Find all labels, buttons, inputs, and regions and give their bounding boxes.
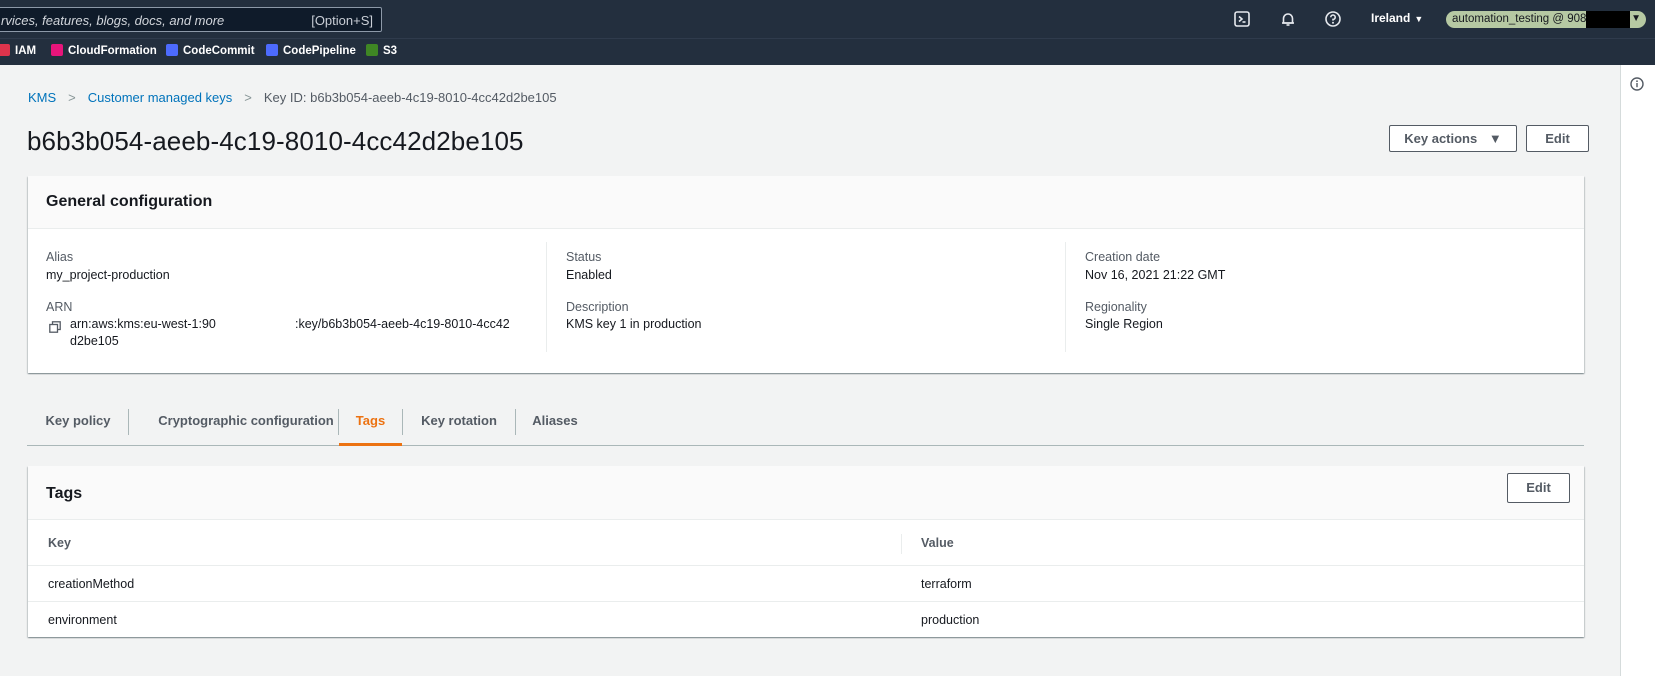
favorite-label: CodePipeline (283, 45, 356, 57)
column-divider (901, 534, 902, 554)
row-divider (28, 601, 1584, 602)
tab-aliases[interactable]: Aliases (516, 404, 594, 446)
favorite-s3[interactable]: S3 (366, 44, 397, 57)
favorite-codecommit[interactable]: CodeCommit (166, 44, 255, 57)
breadcrumb-kms[interactable]: KMS (28, 90, 56, 105)
breadcrumb: KMS > Customer managed keys > Key ID: b6b3b0… (28, 90, 557, 105)
favorite-cloudformation[interactable]: CloudFormation (51, 44, 157, 57)
account-menu[interactable]: automation_testing @ 908 ▼ (1446, 11, 1646, 28)
iam-icon (0, 44, 10, 56)
search-input[interactable]: rvices, features, blogs, docs, and more … (0, 7, 382, 32)
s3-icon (366, 44, 378, 56)
arn-label: ARN (46, 300, 73, 314)
status-label: Status (566, 250, 602, 264)
chevron-right-icon: > (68, 90, 76, 105)
tags-edit-button[interactable]: Edit (1507, 473, 1570, 503)
account-label: automation_testing @ 908 (1452, 13, 1587, 25)
tag-key: environment (48, 613, 117, 627)
key-actions-button[interactable]: Key actions ▼ (1389, 125, 1517, 152)
info-icon[interactable] (1630, 77, 1644, 91)
copy-icon[interactable] (49, 321, 61, 333)
cloudformation-icon (51, 44, 63, 56)
regionality-label: Regionality (1085, 300, 1147, 314)
status-value: Enabled (566, 268, 612, 282)
codecommit-icon (166, 44, 178, 56)
column-divider (1065, 242, 1066, 352)
favorite-iam[interactable]: IAM (0, 44, 36, 57)
panel-header: General configuration (28, 176, 1584, 229)
codepipeline-icon (266, 44, 278, 56)
regionality-value: Single Region (1085, 317, 1163, 331)
top-navigation: rvices, features, blogs, docs, and more … (0, 0, 1655, 38)
tools-panel-strip (1620, 65, 1655, 676)
tag-key: creationMethod (48, 577, 135, 591)
breadcrumb-customer-managed-keys[interactable]: Customer managed keys (88, 90, 233, 105)
arn-value-part3: d2be105 (70, 334, 119, 348)
column-header-key[interactable]: Key (48, 536, 71, 550)
creation-date-label: Creation date (1085, 250, 1161, 264)
edit-button[interactable]: Edit (1526, 125, 1589, 152)
tag-value: production (921, 613, 980, 627)
caret-down-icon: ▼ (1488, 131, 1502, 146)
chevron-down-icon: ▼ (1414, 14, 1424, 24)
description-label: Description (566, 300, 629, 314)
tab-bar: Key policy Cryptographic configuration T… (27, 404, 1584, 446)
general-configuration-panel: General configuration Alias my_project-p… (28, 176, 1584, 373)
tag-value: terraform (921, 577, 972, 591)
arn-value-part2: :key/b6b3b054-aeeb-4c19-8010-4cc42 (295, 317, 510, 331)
redaction-block (1586, 11, 1630, 28)
panel-title: Tags (46, 485, 83, 502)
panel-header: Tags (28, 466, 1584, 520)
help-icon[interactable] (1324, 10, 1342, 28)
region-selector[interactable]: Ireland ▼ (1371, 11, 1423, 25)
column-header-value[interactable]: Value (921, 536, 954, 550)
tab-key-rotation[interactable]: Key rotation (403, 404, 515, 446)
tags-panel: Tags Edit Key Value creationMethod terra… (28, 466, 1584, 637)
key-actions-label: Key actions (1404, 131, 1478, 146)
alias-label: Alias (46, 250, 74, 264)
panel-title: General configuration (46, 193, 213, 210)
tab-tags[interactable]: Tags (339, 404, 402, 446)
page-title: b6b3b054-aeeb-4c19-8010-4cc42d2be105 (27, 126, 524, 156)
description-value: KMS key 1 in production (566, 317, 702, 331)
breadcrumb-current: Key ID: b6b3b054-aeeb-4c19-8010-4cc42d2b… (263, 90, 557, 105)
cloudshell-icon[interactable] (1233, 10, 1251, 28)
creation-date-value: Nov 16, 2021 21:22 GMT (1085, 268, 1226, 282)
alias-value: my_project-production (46, 268, 170, 282)
column-divider (546, 242, 547, 352)
tab-key-policy[interactable]: Key policy (27, 404, 129, 446)
favorite-label: CodeCommit (183, 45, 255, 57)
tab-cryptographic-configuration[interactable]: Cryptographic configuration (129, 404, 363, 446)
region-label: Ireland (1371, 11, 1411, 25)
search-shortcut: [Option+S] (311, 13, 373, 28)
favorite-label: IAM (15, 45, 37, 57)
chevron-right-icon: > (244, 90, 252, 105)
search-placeholder: rvices, features, blogs, docs, and more (1, 13, 225, 28)
chevron-down-icon: ▼ (1631, 13, 1641, 24)
bell-icon[interactable] (1279, 10, 1297, 28)
arn-value-part1: arn:aws:kms:eu-west-1:90 (70, 317, 216, 331)
favorite-codepipeline[interactable]: CodePipeline (266, 44, 356, 57)
favorite-label: CloudFormation (68, 45, 157, 57)
favorite-label: S3 (383, 45, 398, 57)
row-divider (28, 565, 1584, 566)
favorites-bar: IAM CloudFormation CodeCommit CodePipeli… (0, 38, 1655, 65)
